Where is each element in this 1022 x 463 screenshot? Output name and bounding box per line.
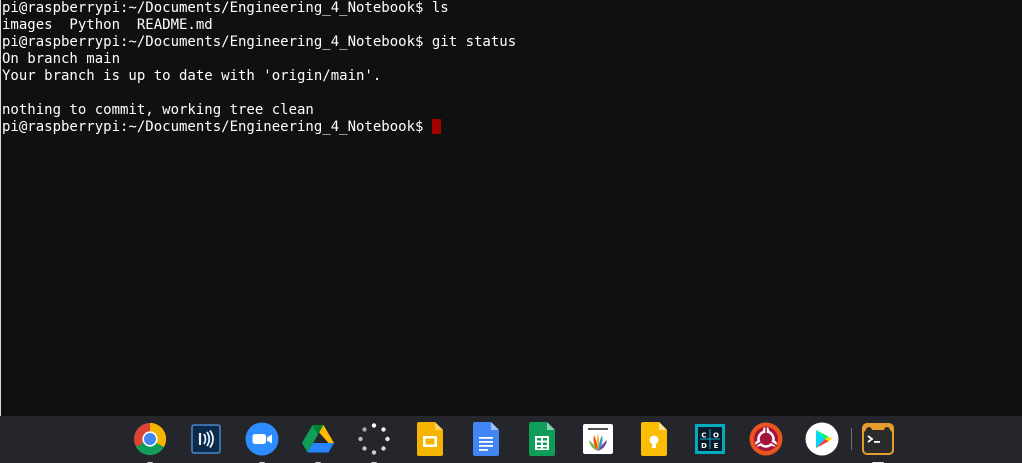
shelf-app-docs[interactable] xyxy=(469,422,503,456)
shelf-app-chrome[interactable] xyxy=(133,422,167,463)
shelf-app-drive[interactable] xyxy=(301,422,335,463)
terminal-prompt-line[interactable]: pi@raspberrypi:~/Documents/Engineering_4… xyxy=(2,119,1022,136)
code-org-icon: C O D E xyxy=(695,424,725,454)
ubuntu-icon xyxy=(749,422,783,456)
google-play-icon xyxy=(805,422,839,456)
screen: pi@raspberrypi:~/Documents/Engineering_4… xyxy=(0,0,1022,463)
svg-text:O: O xyxy=(713,432,719,440)
terminal-line: Your branch is up to date with 'origin/m… xyxy=(2,68,382,84)
terminal-cursor xyxy=(431,119,441,134)
terminal-prompt: pi@raspberrypi:~/Documents/Engineering_4… xyxy=(2,119,432,135)
shelf: C O D E xyxy=(0,416,1022,463)
svg-text:E: E xyxy=(714,442,719,450)
svg-text:C: C xyxy=(701,432,706,440)
shelf-app-keep[interactable] xyxy=(637,422,671,456)
google-docs-icon xyxy=(473,422,499,456)
shelf-app-terminal[interactable] xyxy=(861,422,895,463)
terminal-penguin-icon xyxy=(861,422,895,456)
shelf-app-sheets[interactable] xyxy=(525,422,559,456)
google-keep-icon xyxy=(641,422,667,456)
google-drive-icon xyxy=(301,423,335,455)
nfc-tag-icon xyxy=(191,424,221,454)
shelf-separator xyxy=(851,428,852,450)
terminal-line: images Python README.md xyxy=(2,17,213,33)
illuminate-icon xyxy=(583,424,613,454)
shelf-app-illuminate[interactable] xyxy=(581,422,615,456)
terminal-line: On branch main xyxy=(2,51,121,67)
shelf-app-zoom[interactable] xyxy=(245,422,279,463)
terminal-line: nothing to commit, working tree clean xyxy=(2,102,314,118)
shelf-app-ubuntu[interactable] xyxy=(749,422,783,456)
google-sheets-icon xyxy=(529,422,555,456)
loading-spinner-icon xyxy=(357,422,391,456)
shelf-app-slides[interactable] xyxy=(413,422,447,456)
shelf-app-loading[interactable] xyxy=(357,422,391,463)
terminal-line: pi@raspberrypi:~/Documents/Engineering_4… xyxy=(2,0,449,16)
shelf-app-play-store[interactable] xyxy=(805,422,839,456)
terminal-window[interactable]: pi@raspberrypi:~/Documents/Engineering_4… xyxy=(0,0,1022,416)
zoom-icon xyxy=(245,422,279,456)
shelf-app-code-org[interactable]: C O D E xyxy=(693,422,727,456)
shelf-app-nfc[interactable] xyxy=(189,422,223,456)
svg-text:D: D xyxy=(701,442,707,450)
google-slides-icon xyxy=(417,422,443,456)
chrome-icon xyxy=(133,422,167,456)
terminal-line: pi@raspberrypi:~/Documents/Engineering_4… xyxy=(2,34,517,50)
